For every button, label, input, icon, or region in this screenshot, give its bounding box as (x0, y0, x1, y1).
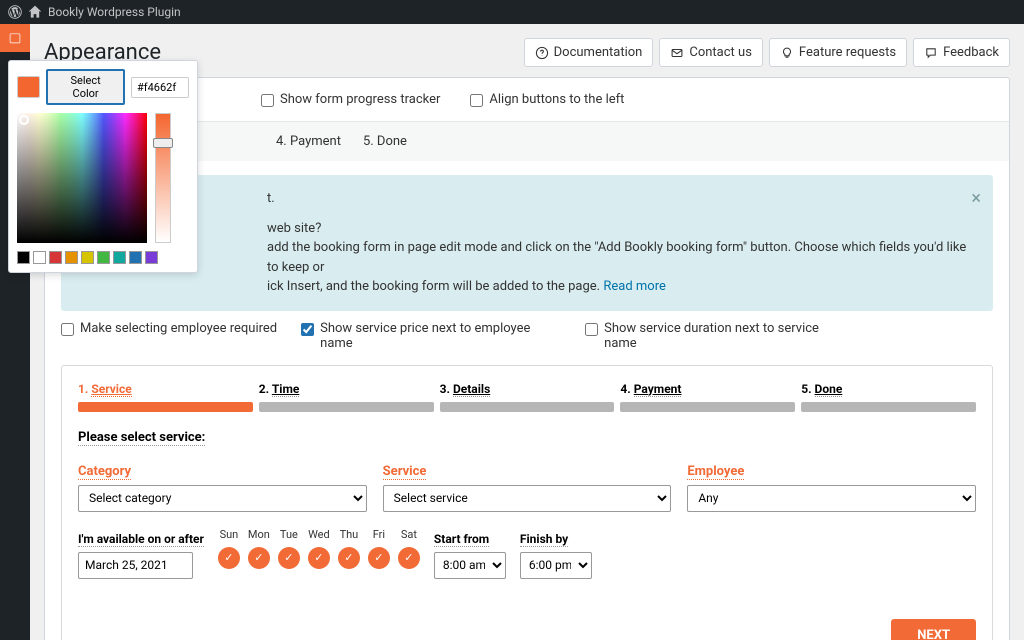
preset-color[interactable] (113, 251, 126, 264)
show-progress-checkbox[interactable] (261, 94, 274, 107)
hex-input[interactable] (131, 77, 189, 98)
day-toggle[interactable]: ✓ (338, 547, 360, 569)
category-label: Category (78, 464, 131, 480)
hue-handle[interactable] (153, 138, 173, 148)
color-swatch (17, 76, 40, 98)
show-price-checkbox[interactable] (301, 323, 314, 336)
stepbar-2 (259, 402, 434, 412)
start-label: Start from (434, 532, 489, 547)
preset-color[interactable] (33, 251, 46, 264)
tab-payment[interactable]: 4. Payment (276, 134, 341, 149)
documentation-button[interactable]: Documentation (524, 38, 654, 67)
saturation-panel[interactable] (17, 113, 147, 243)
day-header: Mon (248, 528, 270, 541)
date-input[interactable] (78, 552, 193, 579)
read-more-link[interactable]: Read more (603, 279, 666, 294)
service-label: Service (383, 464, 427, 480)
show-duration-checkbox[interactable] (585, 323, 598, 336)
step-2[interactable]: 2. Time (259, 382, 434, 396)
form-preview: 1. Service 2. Time 3. Details 4. Payment… (61, 365, 993, 640)
employee-label: Employee (687, 464, 744, 480)
step-1[interactable]: 1. Service (78, 382, 253, 396)
help-icon (535, 46, 549, 60)
step-4[interactable]: 4. Payment (620, 382, 795, 396)
avail-label: I'm available on or after (78, 532, 204, 547)
day-toggle[interactable]: ✓ (218, 547, 240, 569)
day-toggle[interactable]: ✓ (398, 547, 420, 569)
next-button[interactable]: NEXT (891, 619, 976, 640)
require-employee-checkbox[interactable] (61, 323, 74, 336)
day-header: Thu (338, 528, 360, 541)
close-icon[interactable]: × (971, 185, 981, 212)
day-header: Wed (308, 528, 330, 541)
site-name[interactable]: Bookly Wordpress Plugin (48, 5, 181, 19)
day-toggle[interactable]: ✓ (368, 547, 390, 569)
day-toggle[interactable]: ✓ (278, 547, 300, 569)
step-3[interactable]: 3. Details (440, 382, 615, 396)
sidebar-item-calendar[interactable] (0, 24, 30, 52)
preset-color[interactable] (81, 251, 94, 264)
contact-button[interactable]: Contact us (659, 38, 763, 67)
step-5[interactable]: 5. Done (801, 382, 976, 396)
preset-color[interactable] (129, 251, 142, 264)
info-box: × t. web site? add the booking form in p… (61, 175, 993, 311)
day-header: Sun (218, 528, 240, 541)
color-picker: Select Color (8, 60, 198, 273)
preset-color[interactable] (49, 251, 62, 264)
opt-progress-label: Show form progress tracker (280, 92, 440, 107)
preset-color[interactable] (17, 251, 30, 264)
preset-color[interactable] (65, 251, 78, 264)
hue-slider[interactable] (155, 113, 171, 243)
service-select[interactable]: Select service (383, 485, 672, 512)
wordpress-icon (8, 5, 22, 19)
admin-topbar: Bookly Wordpress Plugin (0, 0, 1024, 24)
day-header: Tue (278, 528, 300, 541)
day-toggle[interactable]: ✓ (248, 547, 270, 569)
start-select[interactable]: 8:00 am (434, 552, 506, 579)
opt-align-label: Align buttons to the left (489, 92, 624, 107)
bulb-icon (780, 46, 794, 60)
stepbar-3 (440, 402, 615, 412)
day-header: Sat (398, 528, 420, 541)
category-select[interactable]: Select category (78, 485, 367, 512)
select-color-button[interactable]: Select Color (46, 69, 125, 105)
stepbar-5 (801, 402, 976, 412)
align-left-checkbox[interactable] (470, 94, 483, 107)
finish-select[interactable]: 6:00 pm (520, 552, 592, 579)
stepbar-1 (78, 402, 253, 412)
chat-icon (924, 46, 938, 60)
finish-label: Finish by (520, 532, 568, 547)
employee-select[interactable]: Any (687, 485, 976, 512)
sat-cursor[interactable] (19, 115, 29, 125)
please-label: Please select service: (78, 430, 205, 446)
tab-done[interactable]: 5. Done (363, 134, 407, 149)
mail-icon (670, 46, 684, 60)
home-icon[interactable] (28, 5, 42, 19)
stepbar-4 (620, 402, 795, 412)
day-toggle[interactable]: ✓ (308, 547, 330, 569)
preset-color[interactable] (145, 251, 158, 264)
day-header: Fri (368, 528, 390, 541)
feature-button[interactable]: Feature requests (769, 38, 907, 67)
preset-color[interactable] (97, 251, 110, 264)
feedback-button[interactable]: Feedback (913, 38, 1010, 67)
